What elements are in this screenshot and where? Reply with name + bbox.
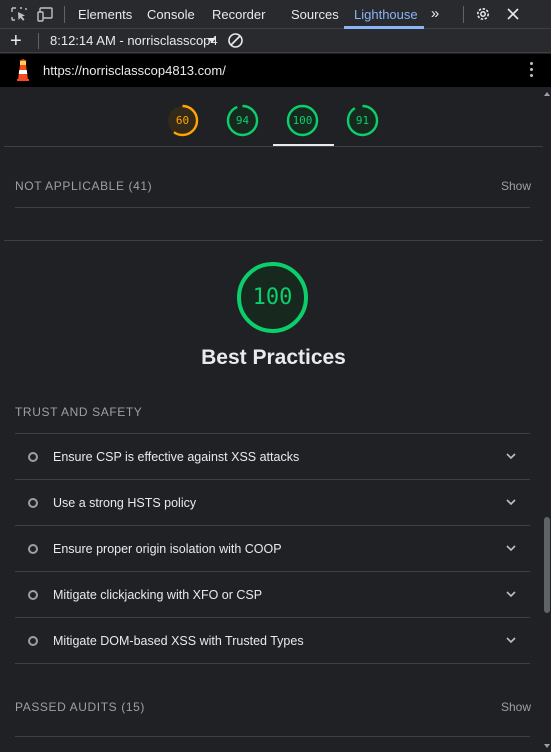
- chevron-down-icon[interactable]: [505, 450, 517, 462]
- accessibility-score-value: 94: [235, 114, 250, 127]
- report-content: NOT APPLICABLE (41) Show 100 Best Practi…: [4, 148, 543, 752]
- chevron-down-icon[interactable]: [505, 496, 517, 508]
- lighthouse-logo-icon: [17, 59, 29, 81]
- passed-audits-label: PASSED AUDITS: [15, 700, 118, 714]
- dropdown-caret-icon[interactable]: [208, 38, 216, 43]
- scrollbar-track[interactable]: [543, 87, 551, 752]
- not-applicable-heading: NOT APPLICABLE (41): [15, 179, 152, 193]
- active-gauge-indicator: [273, 144, 334, 146]
- informative-audit-icon: [28, 636, 38, 646]
- toolbar-divider: [38, 33, 39, 49]
- passed-audits-show-button[interactable]: Show: [501, 700, 531, 714]
- passed-audits-count: (15): [121, 700, 145, 714]
- device-toolbar-icon[interactable]: [37, 6, 55, 22]
- tab-lighthouse[interactable]: Lighthouse: [354, 0, 418, 29]
- seo-score-value: 91: [355, 114, 370, 127]
- toolbar-divider: [64, 6, 65, 23]
- report-selector[interactable]: 8:12:14 AM - norrisclasscop4: [50, 29, 218, 53]
- audit-title: Ensure CSP is effective against XSS atta…: [53, 450, 300, 464]
- category-title: Best Practices: [201, 346, 346, 369]
- more-tabs-icon[interactable]: »: [426, 5, 444, 23]
- chevron-down-icon[interactable]: [505, 588, 517, 600]
- informative-audit-icon: [28, 498, 38, 508]
- scrollbar-thumb[interactable]: [544, 517, 550, 613]
- informative-audit-icon: [28, 452, 38, 462]
- trust-and-safety-heading: TRUST AND SAFETY: [15, 405, 143, 419]
- tab-recorder[interactable]: Recorder: [212, 0, 265, 29]
- audit-item[interactable]: Use a strong HSTS policy: [15, 479, 530, 525]
- best-practices-score-value: 100: [292, 114, 313, 127]
- report-url: https://norrisclasscop4813.com/: [43, 63, 226, 78]
- kebab-menu-icon[interactable]: [527, 62, 535, 80]
- chevron-down-icon[interactable]: [505, 634, 517, 646]
- audit-title: Mitigate clickjacking with XFO or CSP: [53, 588, 263, 602]
- audit-title: Mitigate DOM-based XSS with Trusted Type…: [53, 634, 304, 648]
- new-report-plus-icon[interactable]: +: [10, 30, 22, 52]
- not-applicable-show-button[interactable]: Show: [501, 179, 531, 193]
- audit-item[interactable]: Mitigate clickjacking with XFO or CSP: [15, 571, 530, 617]
- close-icon[interactable]: [504, 5, 522, 23]
- clear-reports-icon[interactable]: [227, 32, 244, 49]
- audit-item[interactable]: Ensure CSP is effective against XSS atta…: [15, 433, 530, 479]
- score-gauges-header: 60 94 100 91: [4, 87, 543, 147]
- tab-sources[interactable]: Sources: [291, 0, 339, 29]
- audit-item[interactable]: Mitigate DOM-based XSS with Trusted Type…: [15, 617, 530, 663]
- audit-title: Use a strong HSTS policy: [53, 496, 197, 510]
- inspect-element-icon[interactable]: [10, 6, 28, 22]
- section-divider: [4, 240, 543, 241]
- performance-score-value: 60: [175, 114, 190, 127]
- report-url-bar: https://norrisclasscop4813.com/: [0, 54, 551, 87]
- passed-audits-heading: PASSED AUDITS (15): [15, 700, 145, 714]
- tab-console[interactable]: Console: [147, 0, 195, 29]
- divider: [15, 207, 530, 208]
- scroll-down-arrow-icon[interactable]: [544, 744, 550, 748]
- lighthouse-toolbar: + 8:12:14 AM - norrisclasscop4: [0, 29, 551, 53]
- audit-title: Ensure proper origin isolation with COOP: [53, 542, 282, 556]
- settings-gear-icon[interactable]: [474, 5, 492, 23]
- informative-audit-icon: [28, 544, 38, 554]
- divider: [15, 736, 530, 737]
- chevron-down-icon[interactable]: [505, 542, 517, 554]
- audit-item[interactable]: Ensure proper origin isolation with COOP: [15, 525, 530, 571]
- informative-audit-icon: [28, 590, 38, 600]
- devtools-tab-bar: Elements Console Recorder Sources Lighth…: [0, 0, 551, 29]
- tab-elements[interactable]: Elements: [78, 0, 132, 29]
- divider: [15, 663, 530, 664]
- toolbar-divider: [463, 6, 464, 23]
- scroll-up-arrow-icon[interactable]: [544, 92, 550, 96]
- best-practices-category-score: 100: [252, 285, 293, 310]
- not-applicable-count: (41): [128, 179, 153, 193]
- not-applicable-label: NOT APPLICABLE: [15, 179, 125, 193]
